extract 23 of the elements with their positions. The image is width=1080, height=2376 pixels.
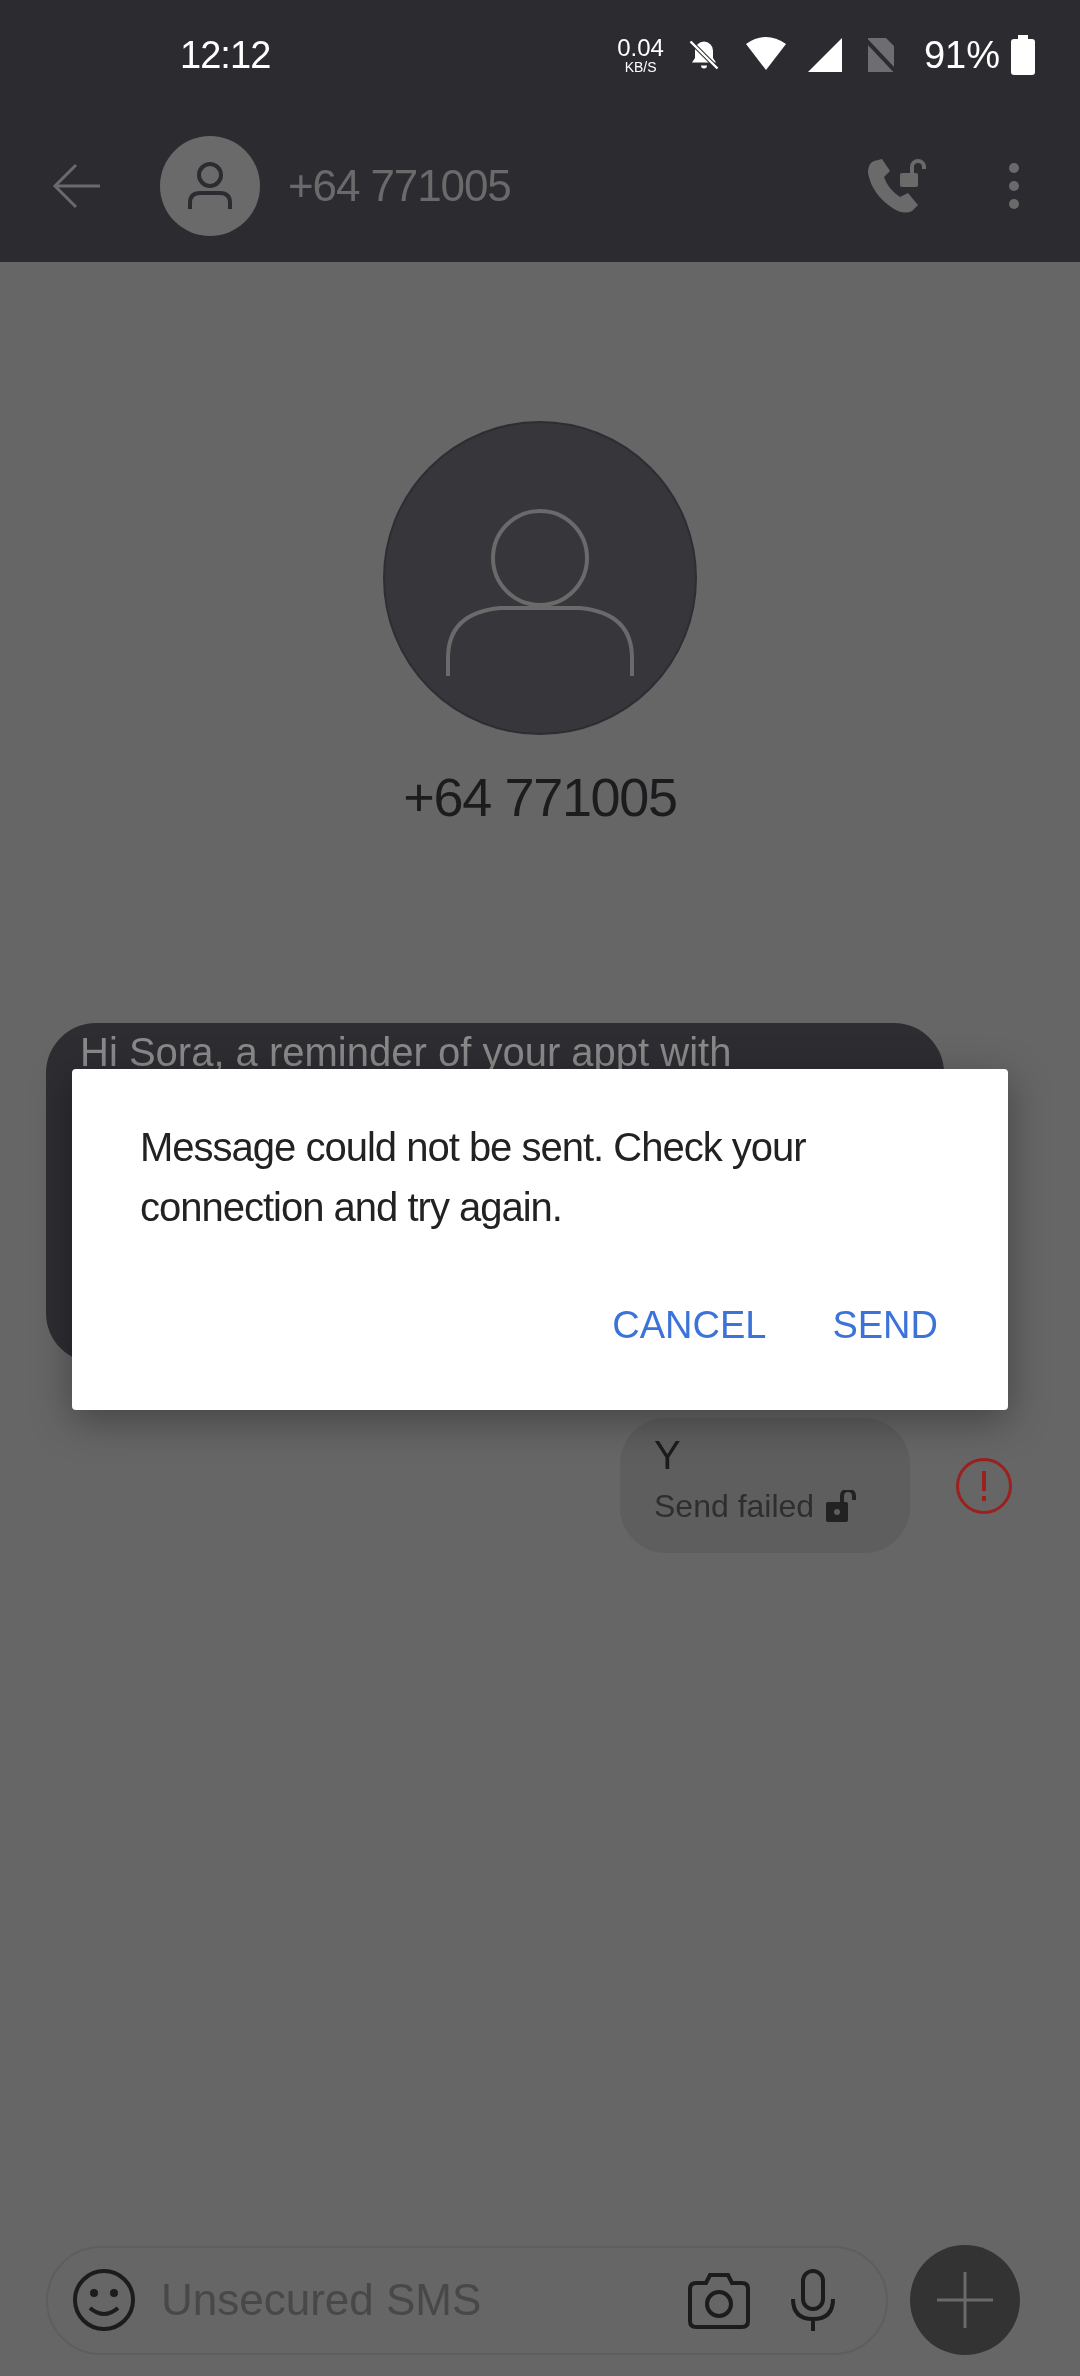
camera-icon[interactable] (688, 2271, 750, 2329)
exclamation-icon (980, 1470, 988, 1501)
battery-percentage: 91% (923, 32, 1000, 78)
dialog-button[interactable]: SEND (816, 1287, 954, 1364)
more-options-icon[interactable] (1008, 162, 1020, 210)
plus-icon (937, 2272, 993, 2328)
person-icon (445, 508, 635, 678)
contact-title: +64 771005 (288, 160, 511, 212)
person-icon (186, 161, 234, 211)
clock-time: 12:12 (180, 32, 271, 78)
dialog-button[interactable]: CANCEL (596, 1287, 783, 1364)
no-sim-icon (865, 36, 896, 74)
network-speed: 0.04 (617, 36, 664, 60)
battery-icon (1010, 35, 1036, 75)
microphone-icon[interactable] (790, 2269, 836, 2331)
emoji-icon[interactable] (72, 2268, 136, 2332)
contact-name: +64 771005 (403, 766, 677, 829)
dialog-message: Message could not be sent. Check your connection and try again. (140, 1124, 807, 1231)
network-speed-unit: KB/S (624, 60, 657, 74)
message-text: Y (654, 1432, 682, 1479)
message-text: Hi Sora, a reminder of your appt with (80, 1029, 733, 1075)
unlocked-padlock-icon (826, 1490, 857, 1522)
back-arrow-icon[interactable] (52, 163, 102, 209)
